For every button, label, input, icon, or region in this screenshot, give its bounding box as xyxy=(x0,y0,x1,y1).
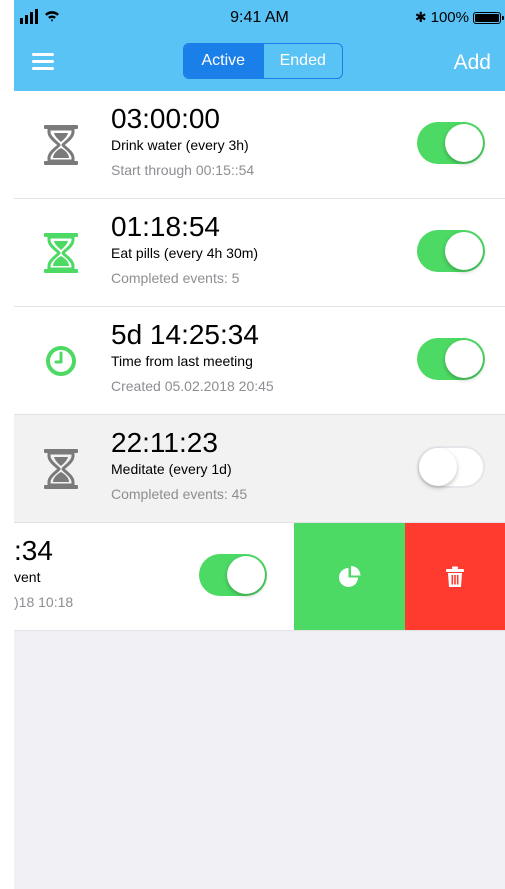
status-right: ✱ 100% xyxy=(414,9,504,26)
timer-value: 22:11:23 xyxy=(111,427,218,458)
hourglass-icon xyxy=(42,449,80,489)
hamburger-icon xyxy=(32,67,54,70)
timer-value: 03:00:00 xyxy=(111,103,220,134)
timer-toggle[interactable] xyxy=(417,122,485,164)
bluetooth-icon: ✱ xyxy=(414,9,427,25)
timer-toggle[interactable] xyxy=(199,554,267,596)
segmented-control: Active Ended xyxy=(183,43,343,79)
swiped-timer-row[interactable]: :34 vent )18 10:18 xyxy=(14,523,505,631)
nav-bar: Active Ended Add xyxy=(14,36,505,91)
timer-subtitle: Completed events: 45 xyxy=(111,486,248,502)
timer-row[interactable]: 01:18:54 Eat pills (every 4h 30m) Comple… xyxy=(14,199,505,307)
hamburger-icon xyxy=(32,60,54,63)
hourglass-icon xyxy=(42,233,80,273)
tab-active[interactable]: Active xyxy=(184,44,263,78)
hourglass-icon xyxy=(42,125,80,165)
timer-title: Time from last meeting xyxy=(111,353,253,369)
timer-row[interactable]: 22:11:23 Meditate (every 1d) Completed e… xyxy=(14,415,505,523)
timer-title: Meditate (every 1d) xyxy=(111,461,232,477)
battery-percent: 100% xyxy=(430,9,469,26)
battery-fill xyxy=(475,13,499,22)
app-screen: 9:41 AM ✱ 100% Active Ended Add 03:00:00… xyxy=(14,0,505,889)
timer-value: 01:18:54 xyxy=(111,211,220,242)
clock-icon xyxy=(42,341,80,381)
timer-row[interactable]: 5d 14:25:34 Time from last meeting Creat… xyxy=(14,307,505,415)
statistics-button[interactable] xyxy=(294,523,405,630)
tab-ended[interactable]: Ended xyxy=(262,44,343,78)
status-bar: 9:41 AM ✱ 100% xyxy=(14,0,505,36)
menu-button[interactable] xyxy=(32,53,54,71)
timer-title: Eat pills (every 4h 30m) xyxy=(111,245,259,261)
timer-subtitle: Created 05.02.2018 20:45 xyxy=(111,378,274,394)
battery-tip xyxy=(502,15,504,20)
hamburger-icon xyxy=(32,53,54,56)
battery-icon xyxy=(473,11,504,24)
timer-toggle[interactable] xyxy=(417,230,485,272)
timer-value: :34 xyxy=(14,535,53,566)
timer-list: 03:00:00 Drink water (every 3h) Start th… xyxy=(14,91,505,631)
timer-row[interactable]: 03:00:00 Drink water (every 3h) Start th… xyxy=(14,91,505,199)
trash-icon xyxy=(446,566,464,587)
timer-title: Drink water (every 3h) xyxy=(111,137,249,153)
delete-button[interactable] xyxy=(405,523,505,630)
timer-toggle[interactable] xyxy=(417,338,485,380)
timer-subtitle: )18 10:18 xyxy=(14,594,74,610)
timer-title: vent xyxy=(14,569,41,585)
timer-subtitle: Completed events: 5 xyxy=(111,270,240,286)
add-button[interactable]: Add xyxy=(454,51,491,75)
timer-subtitle: Start through 00:15::54 xyxy=(111,162,255,178)
timer-toggle[interactable] xyxy=(417,446,485,488)
swiped-row-content[interactable]: :34 vent )18 10:18 xyxy=(14,523,294,630)
pie-chart-icon xyxy=(338,565,360,587)
timer-value: 5d 14:25:34 xyxy=(111,319,259,350)
